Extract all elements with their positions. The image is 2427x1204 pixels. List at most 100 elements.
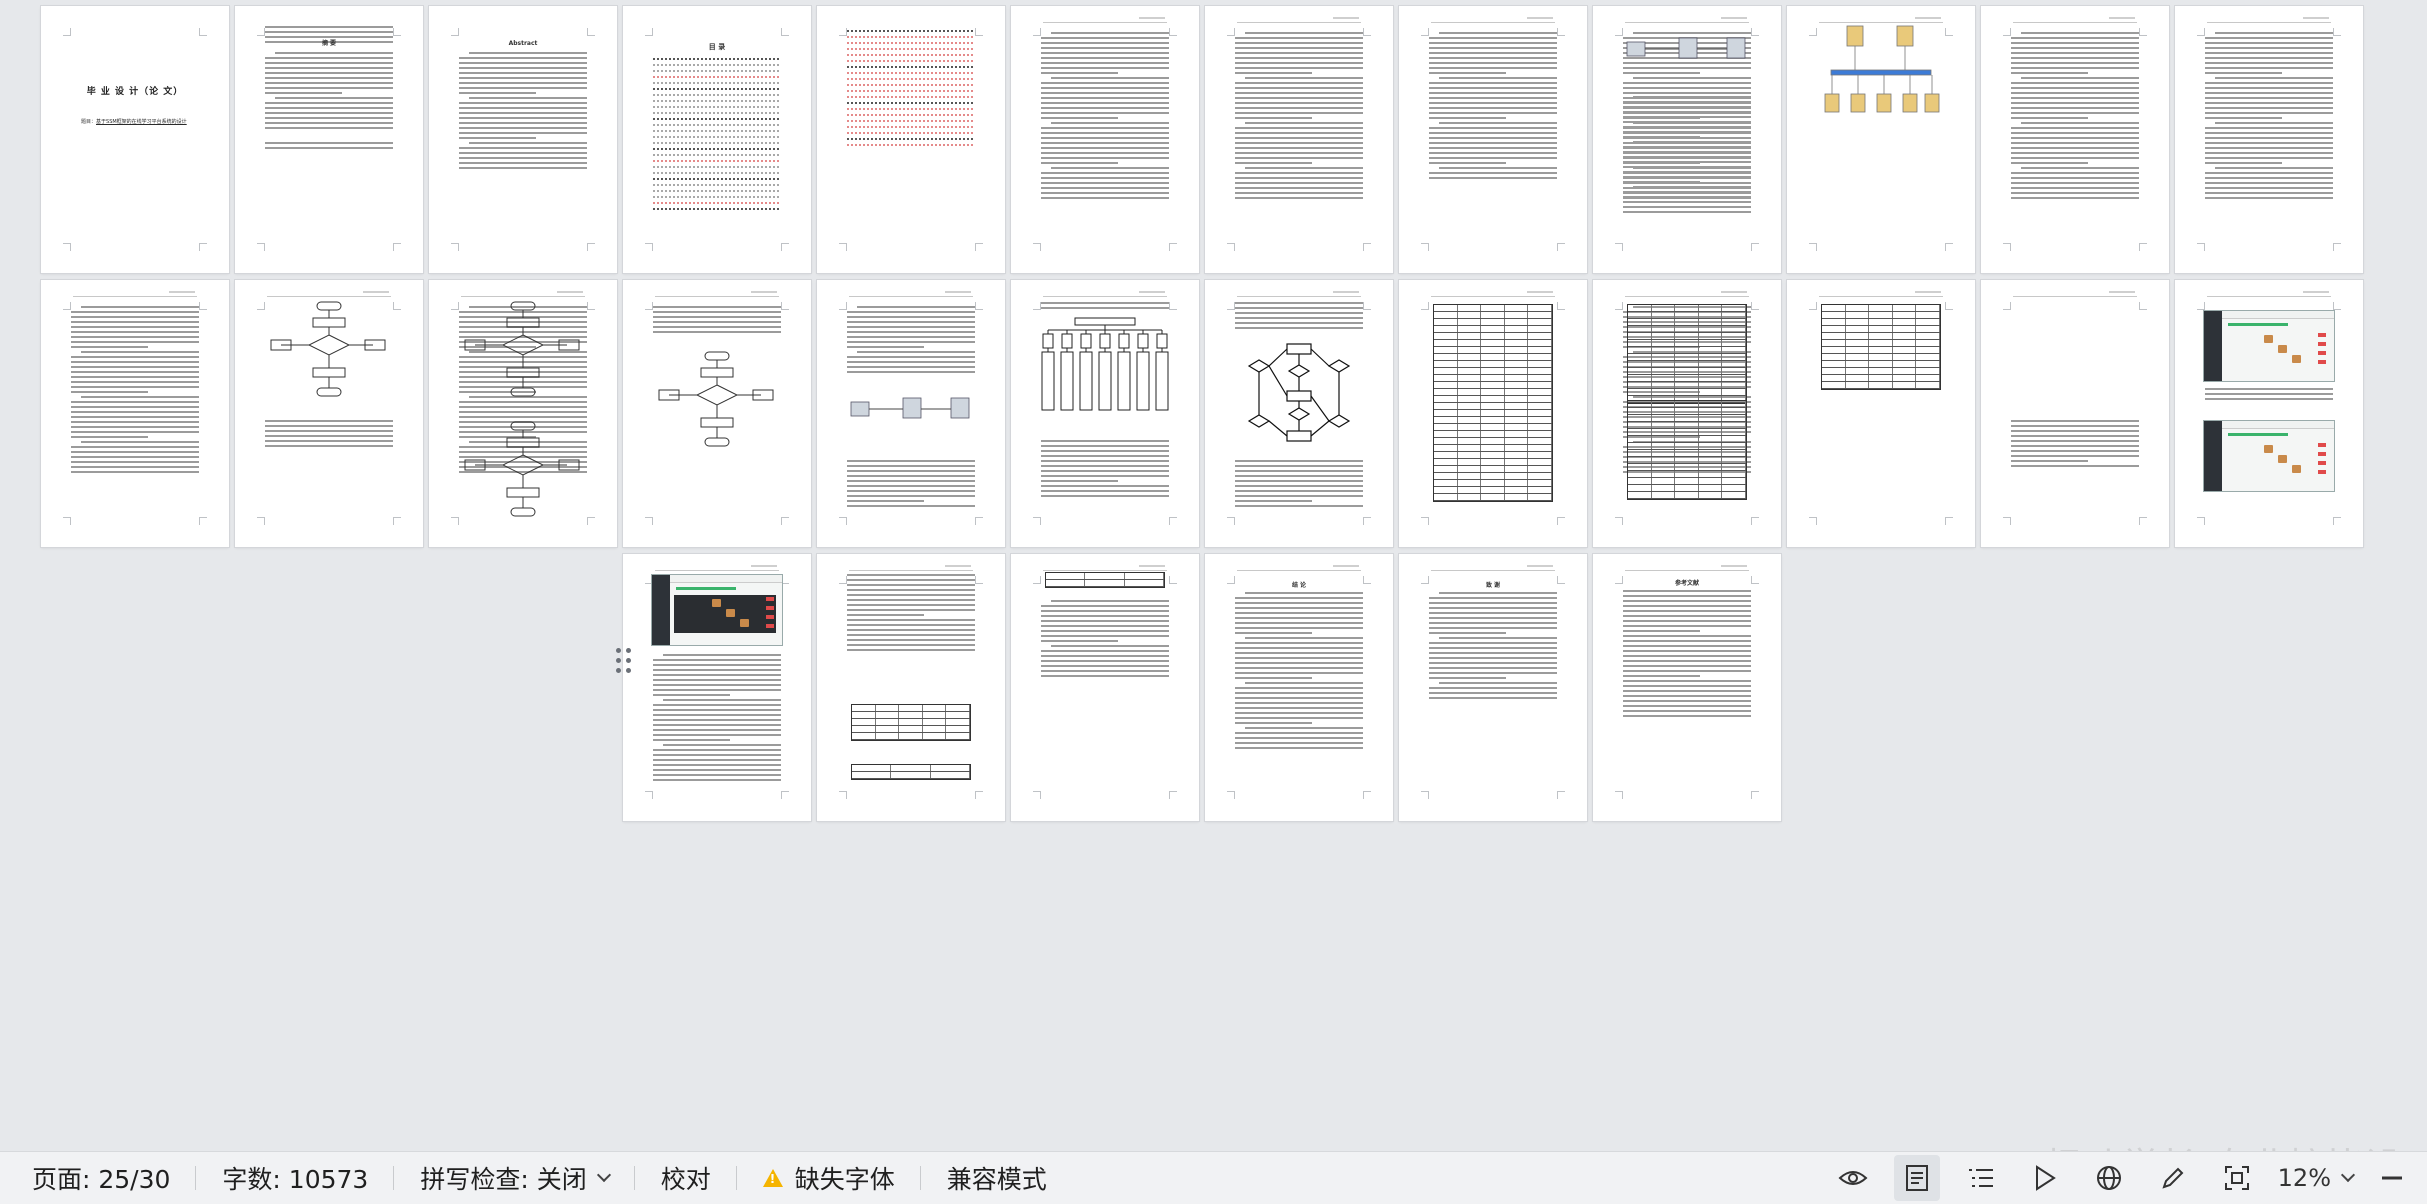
- ui-screenshot-figure: [2203, 420, 2335, 492]
- margin-mark: [63, 302, 71, 310]
- missing-font-button[interactable]: 缺失字体: [762, 1152, 921, 1204]
- margin-mark: [1033, 302, 1041, 310]
- page-thumbnail[interactable]: [1011, 6, 1199, 273]
- page-header-text: [1721, 17, 1747, 19]
- margin-mark: [2333, 302, 2341, 310]
- pen-icon[interactable]: [2150, 1155, 2196, 1201]
- margin-mark: [1557, 28, 1565, 36]
- page-header-text: [1139, 17, 1165, 19]
- margin-mark: [1809, 302, 1817, 310]
- margin-mark: [1033, 791, 1041, 799]
- page-header-line: [1237, 570, 1361, 571]
- margin-mark: [63, 28, 71, 36]
- margin-mark: [1169, 791, 1177, 799]
- page-thumbnail[interactable]: [1981, 6, 2169, 273]
- text-lines: [265, 142, 393, 152]
- data-table: [1433, 304, 1553, 502]
- zoom-out-icon[interactable]: [2369, 1155, 2415, 1201]
- margin-mark: [451, 517, 459, 525]
- page-thumbnail[interactable]: 致 谢: [1399, 554, 1587, 821]
- margin-mark: [1169, 243, 1177, 251]
- margin-mark: [587, 517, 595, 525]
- page-thumbnail[interactable]: [2175, 6, 2363, 273]
- page-thumbnail[interactable]: [1205, 280, 1393, 547]
- margin-mark: [2197, 28, 2205, 36]
- page-header-text: [945, 291, 971, 293]
- page-header-line: [1431, 22, 1555, 23]
- page-thumbnail[interactable]: [623, 554, 811, 821]
- outline-view-icon[interactable]: [1958, 1155, 2004, 1201]
- page-header-text: [751, 291, 777, 293]
- page-thumbnail[interactable]: [1399, 280, 1587, 547]
- margin-mark: [839, 28, 847, 36]
- page-thumbnail[interactable]: [1011, 554, 1199, 821]
- page-view-icon[interactable]: [1893, 1155, 1940, 1201]
- page-thumbnail[interactable]: [429, 280, 617, 547]
- architecture-figure: [1626, 37, 1746, 59]
- page-indicator[interactable]: 页面: 25/30: [32, 1152, 197, 1204]
- margin-mark: [975, 243, 983, 251]
- toc-entries: [847, 30, 975, 150]
- margin-mark: [2139, 28, 2147, 36]
- margin-mark: [645, 517, 653, 525]
- page-header-text: [1721, 291, 1747, 293]
- zoom-level-dropdown[interactable]: 12%: [2278, 1164, 2356, 1192]
- drag-handle-icon[interactable]: [616, 648, 634, 678]
- page-thumbnail[interactable]: 毕 业 设 计（论 文） 题目：基于SSM框架的在线学习平台系统的设计: [41, 6, 229, 273]
- margin-mark: [63, 517, 71, 525]
- margin-mark: [1615, 302, 1623, 310]
- text-lines: [1623, 96, 1751, 216]
- web-view-icon[interactable]: [2086, 1155, 2132, 1201]
- page-thumbnail[interactable]: [817, 6, 1005, 273]
- page-header-line: [1819, 296, 1943, 297]
- margin-mark: [2003, 517, 2011, 525]
- margin-mark: [2333, 28, 2341, 36]
- page-thumbnail[interactable]: [41, 280, 229, 547]
- page-thumbnail[interactable]: [1593, 280, 1781, 547]
- page-thumbnail[interactable]: [235, 280, 423, 547]
- text-lines: [265, 52, 393, 132]
- spell-check-toggle[interactable]: 拼写检查: 关闭: [420, 1152, 636, 1204]
- word-count[interactable]: 字数: 10573: [222, 1152, 395, 1204]
- page-thumbnail[interactable]: [1011, 280, 1199, 547]
- text-lines: [265, 420, 393, 450]
- page-thumbnail[interactable]: [2175, 280, 2363, 547]
- margin-mark: [1227, 302, 1235, 310]
- margin-mark: [975, 28, 983, 36]
- margin-mark: [199, 28, 207, 36]
- page-thumbnail[interactable]: [1399, 6, 1587, 273]
- page-thumbnail[interactable]: [1981, 280, 2169, 547]
- page-header-line: [655, 570, 779, 571]
- eye-icon[interactable]: [1830, 1155, 1876, 1201]
- margin-mark: [199, 302, 207, 310]
- page-thumbnail[interactable]: [1593, 6, 1781, 273]
- play-icon[interactable]: [2022, 1155, 2068, 1201]
- page-thumbnail[interactable]: [1787, 6, 1975, 273]
- flowchart-figure: [464, 301, 580, 397]
- page-thumbnail-canvas[interactable]: 毕 业 设 计（论 文） 题目：基于SSM框架的在线学习平台系统的设计 摘 要 Abs…: [0, 0, 2427, 1151]
- page-thumbnail[interactable]: [817, 554, 1005, 821]
- ui-screenshot-figure: [2203, 310, 2335, 382]
- cover-title: 毕 业 设 计（论 文）: [86, 87, 184, 97]
- page-thumbnail[interactable]: 结 论: [1205, 554, 1393, 821]
- er-diagram-figure: [1247, 343, 1351, 442]
- margin-mark: [1809, 243, 1817, 251]
- page-thumbnail[interactable]: 摘 要: [235, 6, 423, 273]
- margin-mark: [1945, 243, 1953, 251]
- fit-page-icon[interactable]: [2214, 1155, 2260, 1201]
- ack-title: 致 谢: [1485, 582, 1501, 589]
- page-thumbnail[interactable]: [1787, 280, 1975, 547]
- page-thumbnail[interactable]: [623, 280, 811, 547]
- proofread-button[interactable]: 校对: [661, 1152, 737, 1204]
- page-thumbnail[interactable]: Abstract: [429, 6, 617, 273]
- page-thumbnail[interactable]: 参考文献: [1593, 554, 1781, 821]
- text-lines: [459, 52, 587, 172]
- margin-mark: [1751, 243, 1759, 251]
- margin-mark: [1809, 517, 1817, 525]
- margin-mark: [1363, 791, 1371, 799]
- margin-mark: [975, 576, 983, 584]
- page-thumbnail[interactable]: 目 录: [623, 6, 811, 273]
- page-thumbnail[interactable]: [817, 280, 1005, 547]
- page-thumbnail[interactable]: [1205, 6, 1393, 273]
- margin-mark: [1557, 243, 1565, 251]
